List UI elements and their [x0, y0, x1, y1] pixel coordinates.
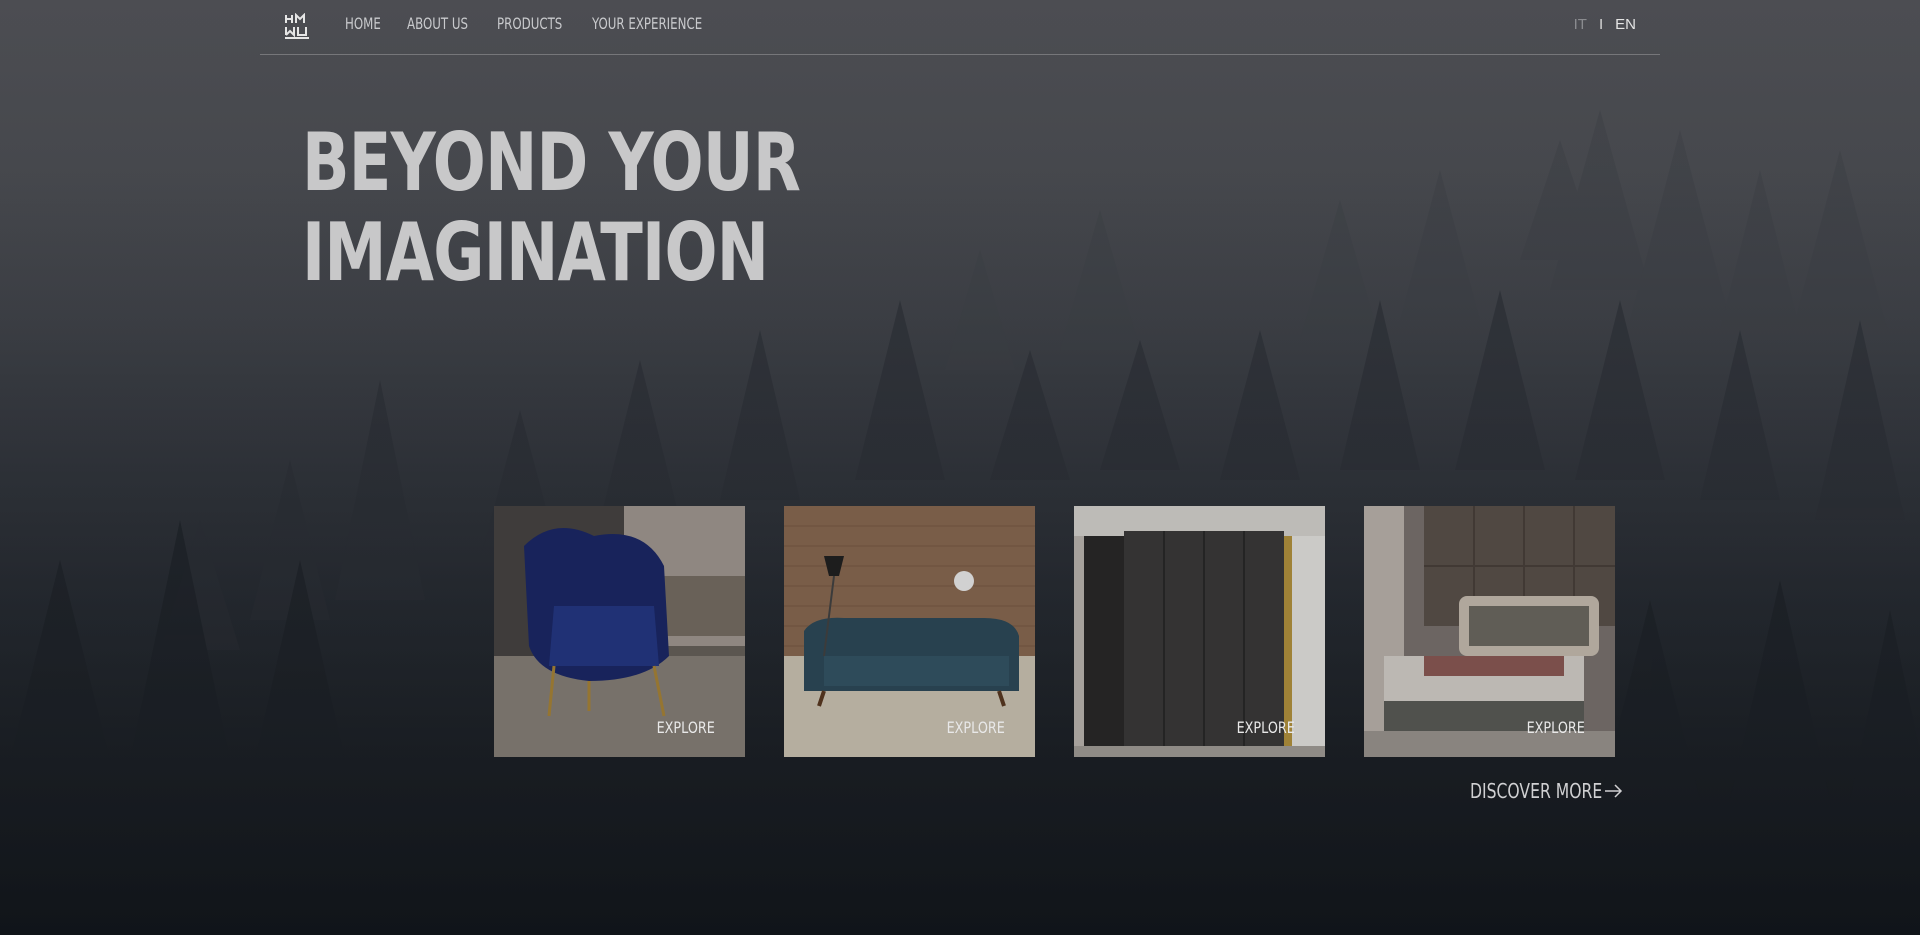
product-card-bed[interactable]: EXPLORE — [1364, 506, 1615, 757]
lang-en[interactable]: EN — [1615, 16, 1636, 33]
lang-it[interactable]: IT — [1574, 16, 1587, 33]
hero-headline: BEYOND YOUR IMAGINATION — [302, 116, 801, 299]
discover-more-label: DISCOVER MORE — [1470, 779, 1603, 803]
lang-separator: I — [1598, 16, 1604, 33]
card-explore-label[interactable]: EXPLORE — [1237, 718, 1295, 737]
product-card-wardrobe[interactable]: EXPLORE — [1074, 506, 1325, 757]
main-menu: HOME ABOUT US PRODUCTS YOUR EXPERIENCE — [345, 14, 742, 33]
card-explore-label[interactable]: EXPLORE — [947, 718, 1005, 737]
hero-line-1: BEYOND YOUR — [302, 116, 801, 209]
nav-products[interactable]: PRODUCTS — [497, 14, 575, 33]
nav-about-us[interactable]: ABOUT US — [407, 14, 481, 33]
card-explore-label[interactable]: EXPLORE — [657, 718, 715, 737]
nav-home[interactable]: HOME — [345, 14, 396, 33]
language-switcher: IT I EN — [1574, 16, 1636, 33]
nav-your-experience[interactable]: YOUR EXPERIENCE — [592, 14, 715, 33]
card-explore-label[interactable]: EXPLORE — [1527, 718, 1585, 737]
discover-more-link[interactable]: DISCOVER MORE — [1470, 779, 1623, 803]
brand-logo-icon[interactable] — [284, 12, 310, 39]
hero-line-2: IMAGINATION — [302, 206, 769, 299]
top-navigation: HOME ABOUT US PRODUCTS YOUR EXPERIENCE I… — [260, 0, 1660, 55]
product-card-armchair[interactable]: EXPLORE — [494, 506, 745, 757]
product-card-sofa[interactable]: EXPLORE — [784, 506, 1035, 757]
forest-background — [0, 0, 1920, 935]
arrow-right-icon — [1605, 784, 1623, 798]
